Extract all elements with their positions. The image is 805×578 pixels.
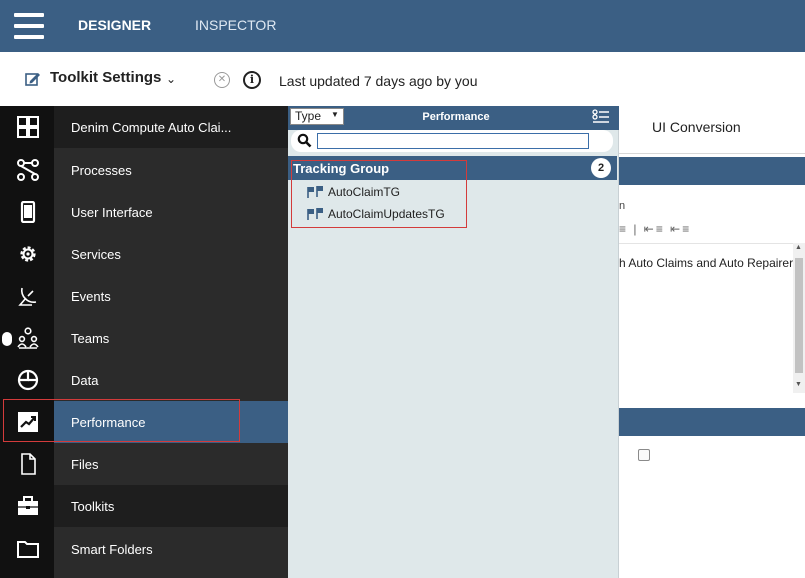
sidebar-item-services[interactable]: Services — [0, 233, 288, 275]
dashboard-icon — [17, 116, 39, 138]
pie-chart-icon — [17, 369, 39, 391]
dropdown-arrow-icon[interactable]: ▼ — [331, 110, 339, 119]
last-updated-text: Last updated 7 days ago by you — [279, 73, 478, 89]
team-icon — [17, 327, 39, 349]
sidebar-item-label: Processes — [71, 163, 132, 178]
info-icon[interactable]: i — [243, 71, 261, 89]
chevron-down-icon[interactable]: ⌄ — [166, 72, 176, 86]
section-header-bar — [619, 408, 805, 436]
sidebar-item-label: Toolkits — [71, 499, 115, 514]
close-circle-icon[interactable]: ✕ — [214, 72, 230, 88]
tab-inspector[interactable]: INSPECTOR — [195, 17, 276, 33]
toolkit-settings-title[interactable]: Toolkit Settings — [50, 69, 161, 86]
sidebar-item-files[interactable]: Files — [0, 443, 288, 485]
satellite-dish-icon — [18, 287, 37, 306]
editor-toolbar[interactable]: ≡ | ⇤≡ ⇤≡ — [619, 222, 691, 236]
sidebar-item-label: Data — [71, 373, 99, 388]
tracking-group-count-badge: 2 — [591, 158, 611, 178]
search-icon — [297, 133, 312, 148]
sidebar-item-data[interactable]: Data — [0, 359, 288, 401]
tab-ui-conversion-label: UI Conversion — [652, 119, 741, 135]
sidebar-item-label: Services — [71, 247, 121, 262]
sidebar-item-events[interactable]: Events — [0, 275, 288, 317]
sidebar-item-label: Smart Folders — [71, 542, 153, 557]
mobile-device-icon — [20, 201, 36, 223]
resize-handle[interactable] — [2, 332, 12, 346]
performance-highlight-box — [3, 399, 240, 442]
toolbox-icon — [18, 496, 38, 515]
sidebar-item-label: Teams — [71, 331, 110, 346]
sidebar-item-project[interactable]: Denim Compute Auto Clai... — [0, 106, 288, 148]
scroll-down-icon[interactable]: ▼ — [795, 381, 802, 388]
sidebar-item-user-interface[interactable]: User Interface — [0, 191, 288, 233]
field-label-fragment: n — [619, 200, 626, 212]
flyout-title: Performance — [422, 111, 490, 123]
checkbox[interactable] — [638, 449, 650, 461]
tab-designer[interactable]: DESIGNER — [78, 17, 151, 33]
search-input[interactable] — [317, 133, 589, 149]
scroll-up-icon[interactable]: ▲ — [795, 244, 802, 251]
scrollbar-thumb[interactable] — [795, 258, 803, 373]
sidebar-item-teams[interactable]: Teams — [0, 317, 288, 359]
edit-icon[interactable] — [25, 71, 41, 87]
hamburger-menu-icon[interactable] — [14, 13, 44, 39]
file-icon — [21, 453, 36, 475]
section-header-bar — [619, 157, 805, 185]
process-flow-icon — [17, 159, 39, 181]
sidebar-item-smart-folders[interactable]: Smart Folders — [0, 528, 288, 570]
sidebar-item-toolkits[interactable]: Toolkits — [0, 485, 288, 527]
description-text: h Auto Claims and Auto Repairers — [619, 256, 800, 270]
sidebar-item-label: Events — [71, 289, 111, 304]
list-view-icon[interactable] — [592, 109, 610, 125]
gear-icon — [20, 246, 36, 262]
sidebar-item-label: Files — [71, 457, 99, 472]
folder-icon — [17, 541, 39, 558]
sidebar-item-label: Denim Compute Auto Clai... — [71, 120, 232, 135]
tracking-group-highlight-box — [291, 160, 467, 228]
sidebar-item-label: User Interface — [71, 205, 153, 220]
sidebar-item-processes[interactable]: Processes — [0, 149, 288, 191]
